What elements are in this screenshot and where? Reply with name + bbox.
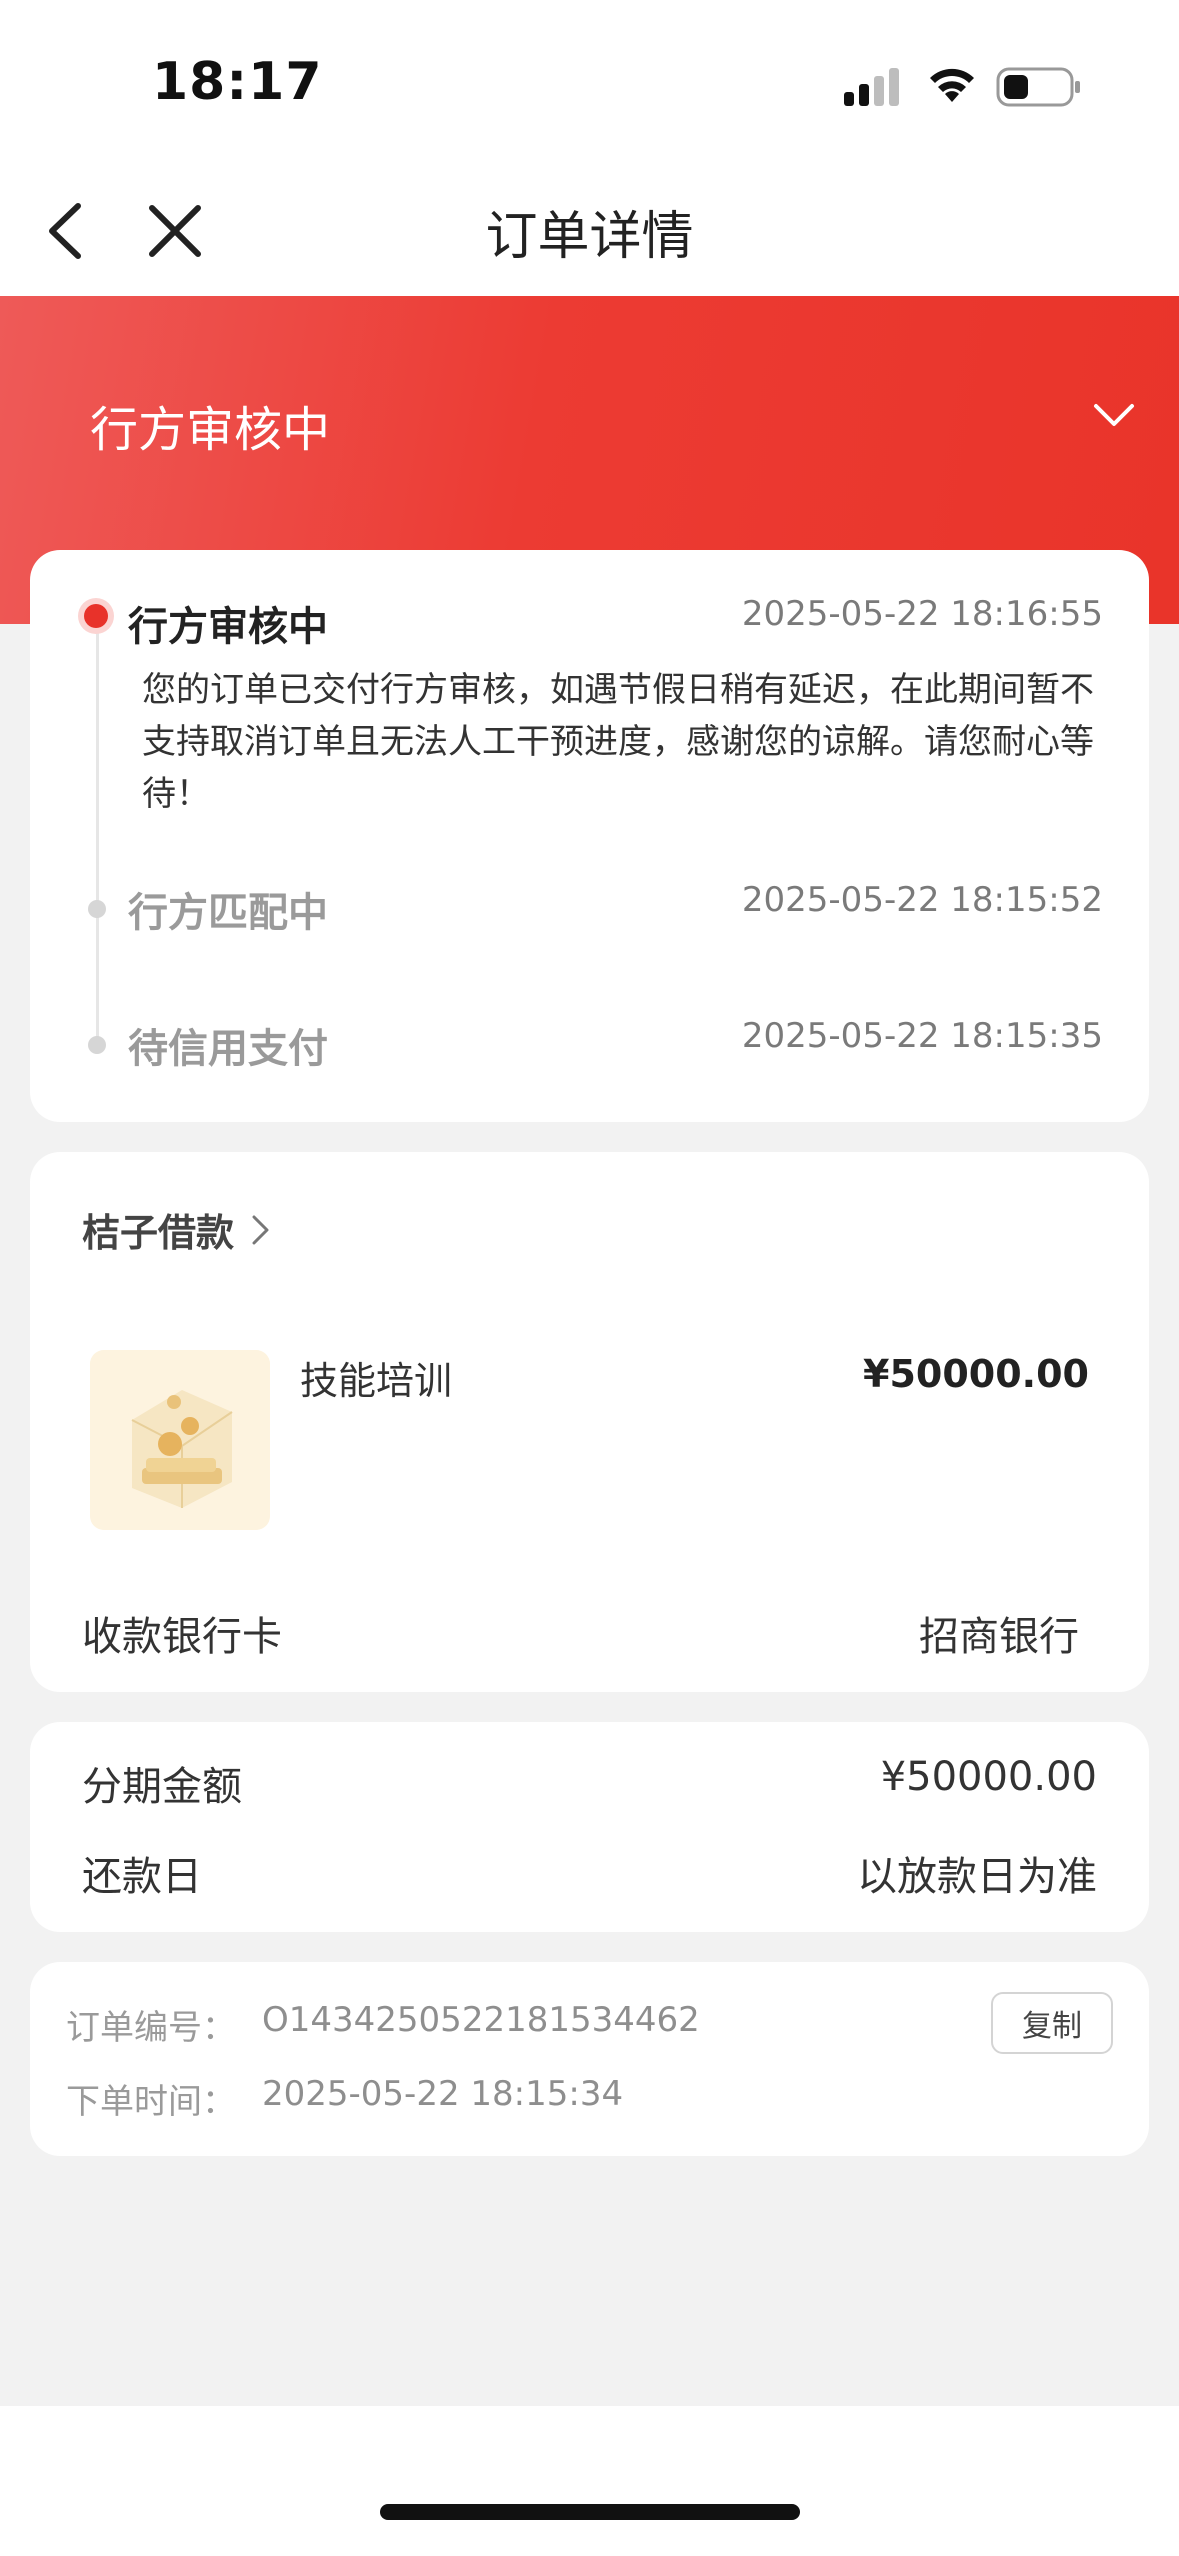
installment-amount-value: ¥50000.00	[880, 1754, 1097, 1800]
status-time: 18:17	[152, 52, 323, 112]
battery-icon	[996, 67, 1080, 107]
repayment-day-value: 以放款日为准	[857, 1854, 1097, 1900]
order-number-label: 订单编号：	[66, 2008, 236, 2048]
product-price: ¥50000.00	[863, 1352, 1089, 1396]
timeline-line	[96, 616, 99, 1046]
bank-card-label: 收款银行卡	[82, 1614, 282, 1660]
product-card: 桔子借款 技能培训 ¥50000.00 收款银行卡 招商银行	[30, 1152, 1149, 1692]
copy-button[interactable]: 复制	[991, 1992, 1113, 2054]
order-time-label: 下单时间：	[66, 2082, 236, 2122]
timeline-step-title: 行方匹配中	[128, 890, 328, 936]
merchant-link[interactable]: 桔子借款	[82, 1202, 272, 1257]
wifi-icon	[930, 68, 974, 102]
timeline-step-time: 2025-05-22 18:15:35	[741, 1016, 1103, 1056]
nav-bar: 订单详情	[0, 170, 1179, 296]
installment-card: 分期金额 ¥50000.00 还款日 以放款日为准	[30, 1722, 1149, 1932]
timeline-step-time: 2025-05-22 18:16:55	[741, 594, 1103, 634]
product-name: 技能培训	[300, 1359, 453, 1403]
bottom-bar	[0, 2406, 1179, 2556]
page-title: 订单详情	[485, 207, 694, 267]
order-info-card: 订单编号： O1434250522181534462 复制 下单时间： 2025…	[30, 1962, 1149, 2156]
chevron-down-icon[interactable]	[1092, 400, 1136, 430]
order-time-value: 2025-05-22 18:15:34	[262, 2074, 624, 2114]
timeline-step-title: 行方审核中	[128, 604, 328, 650]
chevron-right-icon	[252, 1215, 269, 1244]
product-coins-icon	[90, 1350, 270, 1530]
progress-timeline-card: 行方审核中 2025-05-22 18:16:55 您的订单已交付行方审核，如遇…	[30, 550, 1149, 1122]
status-bar: 18:17	[0, 0, 1179, 170]
status-header-title: 行方审核中	[90, 402, 331, 458]
bank-card-value: 招商银行	[919, 1614, 1079, 1660]
timeline-dot	[88, 900, 106, 918]
timeline-dot-active	[78, 598, 114, 634]
repayment-day-label: 还款日	[82, 1854, 202, 1900]
timeline-step-description: 您的订单已交付行方审核，如遇节假日稍有延迟，在此期间暂不支持取消订单且无法人工干…	[142, 670, 1094, 814]
timeline-step-title: 待信用支付	[128, 1026, 328, 1072]
cellular-signal-icon	[844, 68, 899, 106]
timeline-step-time: 2025-05-22 18:15:52	[741, 880, 1103, 920]
order-number-value: O1434250522181534462	[262, 2000, 700, 2040]
merchant-name: 桔子借款	[82, 1211, 235, 1255]
installment-amount-label: 分期金额	[82, 1764, 242, 1810]
timeline-dot	[88, 1036, 106, 1054]
home-indicator[interactable]	[380, 2504, 800, 2520]
